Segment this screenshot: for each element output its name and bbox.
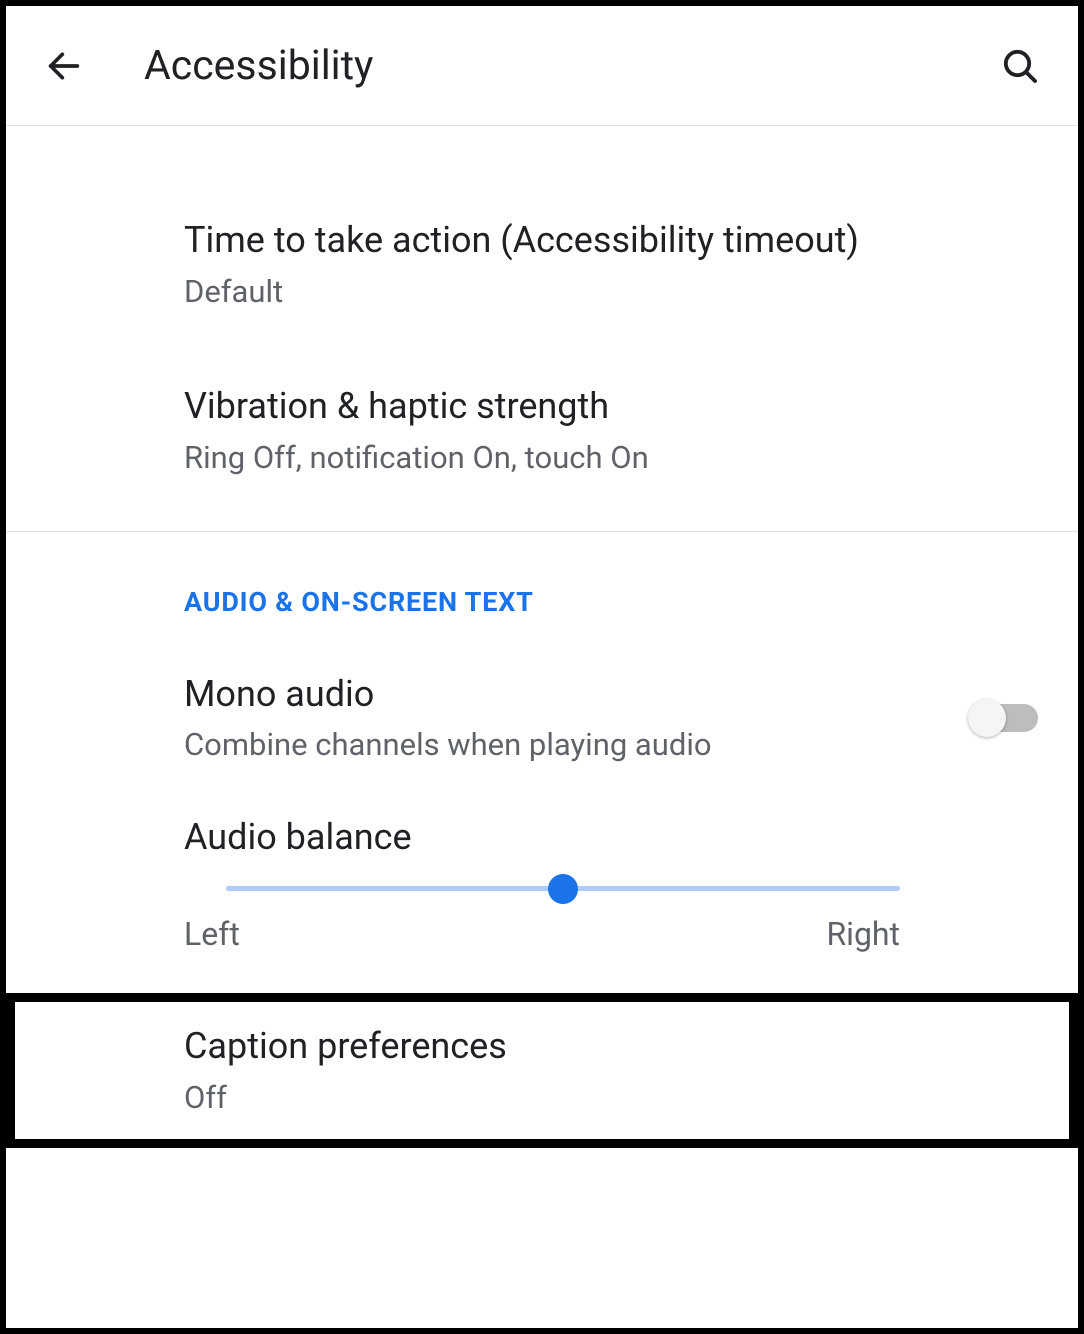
- section-header-audio: Audio & on-screen text: [6, 532, 1078, 634]
- slider-right-label: Right: [826, 915, 900, 953]
- toggle-thumb: [968, 699, 1006, 737]
- search-icon: [1000, 46, 1040, 86]
- setting-text: Mono audio Combine channels when playing…: [184, 670, 950, 766]
- slider-labels: Left Right: [184, 897, 900, 953]
- arrow-back-icon: [44, 46, 84, 86]
- slider-wrap: [184, 874, 900, 897]
- setting-subtitle: Ring Off, notification On, touch On: [184, 437, 1038, 479]
- setting-text: Time to take action (Accessibility timeo…: [184, 216, 1038, 312]
- setting-title: Audio balance: [184, 816, 900, 858]
- setting-title: Mono audio: [184, 670, 950, 719]
- setting-text: Vibration & haptic strength Ring Off, no…: [184, 382, 1038, 478]
- setting-title: Caption preferences: [184, 1022, 1029, 1071]
- setting-text: Caption preferences Off: [184, 1022, 1029, 1118]
- page-title: Accessibility: [144, 42, 998, 90]
- highlighted-caption-preferences: Caption preferences Off: [6, 993, 1078, 1147]
- setting-subtitle: Combine channels when playing audio: [184, 724, 950, 766]
- mono-audio-toggle[interactable]: [970, 704, 1038, 732]
- setting-item-vibration[interactable]: Vibration & haptic strength Ring Off, no…: [6, 340, 1078, 502]
- setting-title: Vibration & haptic strength: [184, 382, 1038, 431]
- settings-content: Time to take action (Accessibility timeo…: [6, 126, 1078, 1148]
- audio-balance-slider[interactable]: [226, 886, 900, 891]
- setting-item-caption-preferences[interactable]: Caption preferences Off: [15, 1002, 1069, 1138]
- slider-thumb[interactable]: [548, 874, 578, 904]
- setting-subtitle: Off: [184, 1077, 1029, 1119]
- setting-item-mono-audio[interactable]: Mono audio Combine channels when playing…: [6, 634, 1078, 794]
- setting-subtitle: Default: [184, 271, 1038, 313]
- app-bar: Accessibility: [6, 6, 1078, 126]
- slider-left-label: Left: [184, 915, 240, 953]
- back-button[interactable]: [42, 44, 86, 88]
- setting-item-accessibility-timeout[interactable]: Time to take action (Accessibility timeo…: [6, 188, 1078, 340]
- setting-title: Time to take action (Accessibility timeo…: [184, 216, 1038, 265]
- setting-item-audio-balance: Audio balance Left Right: [6, 794, 1078, 967]
- search-button[interactable]: [998, 44, 1042, 88]
